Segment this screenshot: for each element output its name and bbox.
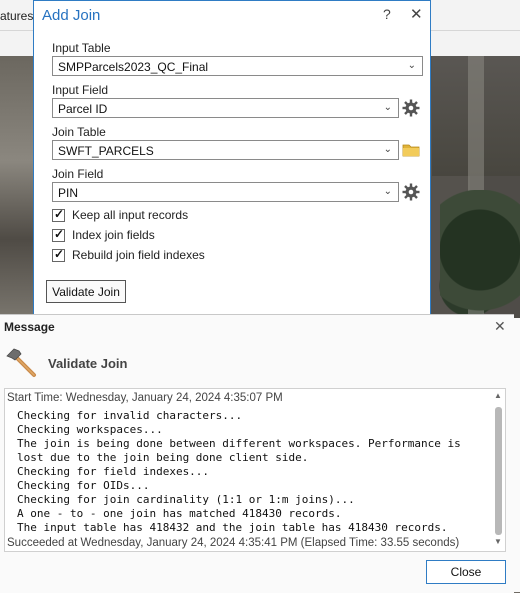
join-field-select[interactable]: PIN ⌄ xyxy=(52,182,399,202)
folder-icon[interactable] xyxy=(402,141,420,159)
add-join-dialog: Add Join ? ✕ Input Table SMPParcels2023_… xyxy=(33,0,431,318)
input-table-select[interactable]: SMPParcels2023_QC_Final ⌄ xyxy=(52,56,423,76)
close-icon[interactable]: ✕ xyxy=(410,5,423,23)
log-line: Checking for invalid characters... xyxy=(17,409,243,422)
chevron-down-icon: ⌄ xyxy=(407,60,416,71)
keep-all-records-label: Keep all input records xyxy=(72,208,189,222)
input-field-value: Parcel ID xyxy=(58,102,108,116)
index-join-fields-label: Index join fields xyxy=(72,228,155,242)
keep-all-records-checkbox[interactable]: ✓ xyxy=(52,207,65,222)
join-field-value: PIN xyxy=(58,186,79,200)
tool-name: Validate Join xyxy=(48,356,128,371)
message-title: Message xyxy=(4,320,55,334)
input-table-value: SMPParcels2023_QC_Final xyxy=(58,60,209,74)
scroll-up-icon[interactable]: ▲ xyxy=(494,391,502,400)
log-scrollbar[interactable]: ▲ ▼ xyxy=(491,391,505,549)
background-panel-edge xyxy=(514,318,520,592)
log-line: The join is being done between different… xyxy=(17,437,461,450)
join-table-label: Join Table xyxy=(52,125,106,139)
ribbon-tab-features[interactable]: atures xyxy=(0,9,33,23)
gear-icon[interactable] xyxy=(402,183,420,201)
help-icon[interactable]: ? xyxy=(383,6,391,22)
join-table-select[interactable]: SWFT_PARCELS ⌄ xyxy=(52,140,399,160)
close-button[interactable]: Close xyxy=(426,560,506,584)
dialog-title: Add Join xyxy=(42,7,101,24)
scroll-thumb[interactable] xyxy=(495,407,502,535)
log-line: Checking for join cardinality (1:1 or 1:… xyxy=(17,493,355,506)
scroll-down-icon[interactable]: ▼ xyxy=(494,537,502,546)
gear-icon[interactable] xyxy=(402,99,420,117)
index-join-fields-checkbox[interactable]: ✓ xyxy=(52,227,65,242)
message-dialog: Message ✕ Validate Join Start Time: Wedn… xyxy=(0,314,514,593)
join-field-label: Join Field xyxy=(52,167,104,181)
map-imagery-trees xyxy=(440,190,520,318)
chevron-down-icon: ⌄ xyxy=(383,102,392,113)
input-field-label: Input Field xyxy=(52,83,109,97)
log-line: Checking workspaces... xyxy=(17,423,163,436)
log-line: The input table has 418432 and the join … xyxy=(17,521,448,534)
chevron-down-icon: ⌄ xyxy=(383,144,392,155)
input-table-label: Input Table xyxy=(52,41,111,55)
checkmark-icon: ✓ xyxy=(54,227,65,241)
hammer-icon xyxy=(6,348,36,377)
checkmark-icon: ✓ xyxy=(54,207,65,221)
checkmark-icon: ✓ xyxy=(54,247,65,261)
rebuild-indexes-checkbox[interactable]: ✓ xyxy=(52,247,65,262)
validate-join-button[interactable]: Validate Join xyxy=(46,280,126,303)
input-field-select[interactable]: Parcel ID ⌄ xyxy=(52,98,399,118)
log-line: Checking for OIDs... xyxy=(17,479,150,492)
message-log[interactable]: Start Time: Wednesday, January 24, 2024 … xyxy=(4,388,506,552)
log-line: A one - to - one join has matched 418430… xyxy=(17,507,342,520)
log-line: lost due to the join being done client s… xyxy=(17,451,309,464)
chevron-down-icon: ⌄ xyxy=(383,186,392,197)
map-imagery-left xyxy=(0,56,34,318)
close-icon[interactable]: ✕ xyxy=(494,318,506,335)
succeeded-status: Succeeded at Wednesday, January 24, 2024… xyxy=(7,537,460,549)
join-table-value: SWFT_PARCELS xyxy=(58,144,154,158)
rebuild-indexes-label: Rebuild join field indexes xyxy=(72,248,205,262)
log-line: Checking for field indexes... xyxy=(17,465,210,478)
log-lines: Checking for invalid characters... Check… xyxy=(17,409,461,535)
start-time: Start Time: Wednesday, January 24, 2024 … xyxy=(7,392,283,404)
